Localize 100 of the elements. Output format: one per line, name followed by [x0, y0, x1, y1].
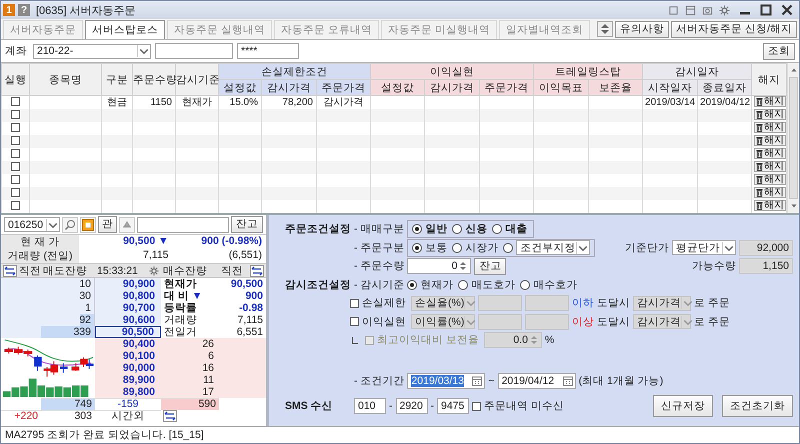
bid-price[interactable]: 90,000 [95, 362, 161, 374]
checkbox[interactable] [350, 317, 359, 326]
end-date-field[interactable]: 2019/04/12 [498, 372, 576, 389]
search-icon[interactable] [62, 216, 78, 232]
close-icon[interactable] [781, 4, 793, 16]
radio-button[interactable] [503, 242, 514, 253]
bid-price[interactable]: 89,900 [95, 374, 161, 386]
gear-icon[interactable] [149, 266, 159, 276]
settings-icon[interactable] [719, 4, 730, 16]
checkbox[interactable] [11, 136, 20, 146]
interest-button[interactable]: 관 [98, 216, 117, 233]
toolbar-button[interactable]: 유의사항 [615, 20, 670, 38]
rate-dropdown[interactable]: 이익률(%) [411, 314, 475, 330]
radio-label[interactable]: 매수호가 [533, 278, 578, 292]
account-dropdown[interactable]: 210-22- [33, 44, 151, 58]
scroll-down-icon[interactable] [790, 202, 798, 210]
bid-quantity: 16 [161, 362, 219, 374]
checkbox[interactable] [11, 97, 20, 106]
checkbox-label[interactable]: 손실제한 [362, 296, 406, 310]
checkbox[interactable] [11, 175, 20, 184]
action-button[interactable]: 신규저장 [653, 395, 713, 417]
balance-button[interactable]: 잔고 [231, 216, 263, 233]
sort-arrows-icon[interactable] [597, 21, 614, 37]
ask-price[interactable]: 90,500 [95, 326, 161, 338]
swap-arrows-icon[interactable] [250, 264, 264, 276]
window-icon[interactable] [685, 4, 696, 16]
balance-button[interactable]: 잔고 [474, 258, 506, 275]
calendar-icon[interactable] [471, 374, 484, 387]
checkbox[interactable] [11, 188, 20, 198]
password-field[interactable]: **** [237, 43, 299, 59]
checkbox[interactable] [11, 162, 20, 172]
order-price-dropdown[interactable]: 감시가격 [633, 296, 691, 311]
scroll-up-icon[interactable] [790, 66, 798, 74]
radio-button[interactable] [412, 242, 422, 253]
bid-price[interactable]: 90,100 [95, 350, 161, 362]
rate-dropdown[interactable]: 손실율(%) [411, 296, 475, 311]
ask-price[interactable]: 90,700 [95, 302, 161, 314]
checkbox[interactable] [11, 123, 20, 132]
radio-button[interactable] [452, 224, 462, 234]
phone-field[interactable]: 010 [354, 398, 386, 414]
maximize-icon[interactable] [760, 4, 772, 16]
base-price-dropdown[interactable]: 평균단가 [672, 240, 736, 256]
bid-price[interactable]: 89,800 [95, 386, 161, 398]
account-name-field[interactable] [155, 43, 233, 59]
tab[interactable]: 서버스탑로스 [85, 20, 165, 39]
radio-button[interactable] [458, 280, 468, 290]
cancel-button[interactable]: 해지 [754, 109, 786, 120]
start-date-field[interactable]: 2019/03/13 [407, 372, 486, 389]
query-button[interactable]: 조회 [763, 42, 795, 60]
scrollbar[interactable] [787, 63, 799, 213]
radio-label[interactable]: 일반 [425, 222, 448, 236]
rate-field[interactable] [478, 314, 522, 330]
stock-code-dropdown[interactable]: 016250 [4, 217, 60, 232]
calendar-icon[interactable] [562, 374, 574, 387]
order-price-dropdown[interactable]: 감시가격 [633, 314, 691, 330]
radio-label[interactable]: 매도호가 [471, 278, 516, 292]
toolbar-button[interactable]: 서버자동주문 신청/해지 [671, 20, 797, 38]
radio-button[interactable] [452, 242, 462, 253]
radio-button[interactable] [492, 224, 502, 234]
radio-button[interactable] [412, 224, 422, 234]
stock-name-field[interactable] [137, 216, 229, 232]
checkbox[interactable] [350, 298, 359, 308]
cancel-button[interactable]: 해지 [754, 161, 786, 172]
ask-price[interactable]: 90,800 [95, 290, 161, 302]
bid-price[interactable]: 90,400 [95, 338, 161, 350]
checkbox-label[interactable]: 주문내역 미수신 [484, 399, 564, 413]
quantity-spinner[interactable]: 0 [407, 258, 472, 274]
checkbox[interactable] [11, 201, 20, 210]
radio-label[interactable]: 시장가 [465, 240, 498, 255]
cancel-button[interactable]: 해지 [754, 135, 786, 146]
spinner-arrows-icon[interactable] [459, 260, 468, 272]
checkbox[interactable] [472, 402, 481, 410]
price-field[interactable] [525, 314, 569, 330]
swap-arrows-icon[interactable] [163, 410, 177, 422]
cancel-button[interactable]: 해지 [754, 96, 786, 107]
phone-field[interactable]: 2920 [396, 398, 428, 414]
checkbox[interactable] [11, 110, 20, 120]
price-field[interactable] [525, 295, 569, 312]
radio-label[interactable]: 현재가 [420, 278, 454, 292]
cancel-button[interactable]: 해지 [754, 187, 786, 198]
swap-arrows-icon[interactable] [3, 264, 17, 276]
square-icon[interactable] [80, 216, 96, 232]
ask-price[interactable]: 90,900 [95, 278, 161, 290]
radio-label[interactable]: 보통 [425, 240, 448, 255]
checkbox[interactable] [11, 149, 20, 158]
action-button[interactable]: 조건초기화 [722, 395, 793, 417]
cancel-button[interactable]: 해지 [754, 200, 786, 211]
radio-button[interactable] [520, 280, 530, 290]
checkbox-label[interactable]: 이익실현 [362, 314, 406, 329]
rate-field[interactable] [478, 295, 522, 312]
cancel-button[interactable]: 해지 [754, 148, 786, 159]
radio-label[interactable]: 대출 [505, 222, 528, 236]
radio-button[interactable] [407, 280, 418, 290]
condition-dropdown[interactable]: 조건부지정 [516, 240, 590, 256]
ask-price[interactable]: 90,600 [95, 314, 161, 326]
cancel-button[interactable]: 해지 [754, 174, 786, 185]
camera-icon[interactable] [702, 4, 713, 16]
radio-label[interactable]: 신용 [465, 222, 488, 236]
phone-field[interactable]: 9475 [437, 398, 469, 414]
cancel-button[interactable]: 해지 [754, 122, 786, 133]
